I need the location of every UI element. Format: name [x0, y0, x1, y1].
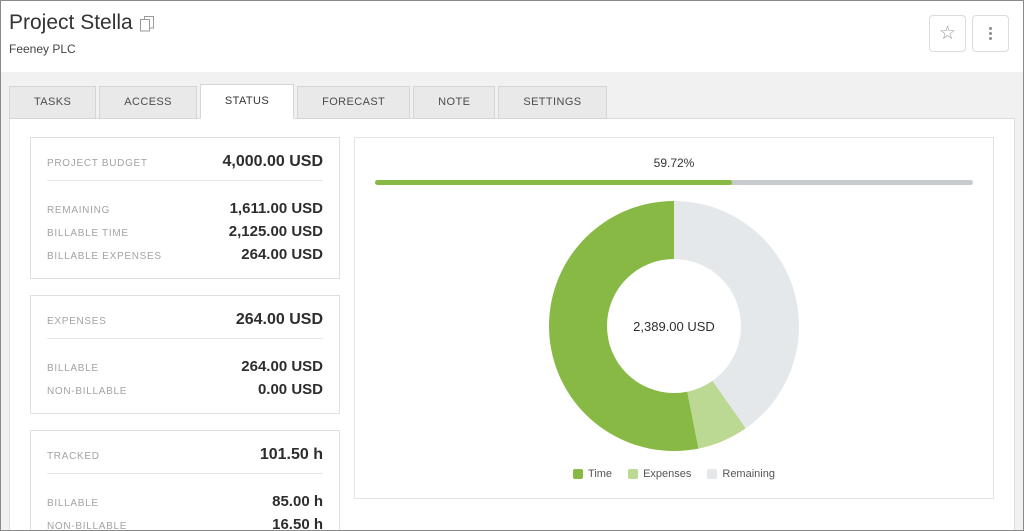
tab-note[interactable]: NOTE — [413, 86, 496, 119]
stat-value: 264.00 USD — [241, 246, 323, 263]
stat-value: 101.50 h — [259, 446, 323, 463]
stat-row: BILLABLE TIME 2,125.00 USD — [47, 220, 323, 243]
stat-row: BILLABLE EXPENSES 264.00 USD — [47, 243, 323, 266]
more-options-button[interactable] — [972, 15, 1009, 52]
tracked-time-box: TRACKED 101.50 h BILLABLE 85.00 h NON-BI… — [30, 430, 340, 531]
divider — [47, 338, 323, 339]
title-block: Project Stella Feeney PLC — [9, 11, 154, 72]
stat-label: NON-BILLABLE — [47, 521, 128, 531]
stat-row: REMAINING 1,611.00 USD — [47, 197, 323, 220]
stat-group: BILLABLE 264.00 USD NON-BILLABLE 0.00 US… — [47, 355, 323, 401]
stat-row: PROJECT BUDGET 4,000.00 USD — [47, 148, 323, 176]
stat-label: TRACKED — [47, 451, 100, 462]
stat-label: REMAINING — [47, 205, 110, 216]
tab-status[interactable]: STATUS — [199, 84, 295, 119]
header-actions: ☆ — [929, 15, 1009, 72]
stat-row: EXPENSES 264.00 USD — [47, 306, 323, 334]
legend-item-expenses: Expenses — [628, 468, 691, 480]
legend-swatch-remaining — [707, 469, 718, 479]
divider — [47, 180, 323, 181]
tab-settings[interactable]: SETTINGS — [498, 86, 607, 119]
copy-icon[interactable] — [139, 16, 154, 32]
stat-label: EXPENSES — [47, 316, 107, 327]
star-icon: ☆ — [938, 23, 957, 44]
legend-item-time: Time — [573, 468, 612, 480]
stat-label: BILLABLE — [47, 363, 99, 374]
stat-label: NON-BILLABLE — [47, 386, 128, 397]
stat-label: BILLABLE EXPENSES — [47, 251, 162, 262]
favorite-button[interactable]: ☆ — [929, 15, 966, 52]
donut-hole: 2,389.00 USD — [607, 259, 741, 393]
legend-swatch-expenses — [628, 469, 639, 479]
stat-row: NON-BILLABLE 16.50 h — [47, 513, 323, 531]
progress-fill — [375, 180, 733, 185]
progress-bar — [375, 180, 973, 185]
legend-label: Time — [588, 468, 613, 480]
project-budget-box: PROJECT BUDGET 4,000.00 USD REMAINING 1,… — [30, 137, 340, 279]
page-title: Project Stella — [9, 11, 133, 34]
progress-percent-label: 59.72% — [653, 156, 695, 170]
stat-value: 85.00 h — [272, 493, 323, 510]
legend-label: Remaining — [722, 468, 775, 480]
stat-row: TRACKED 101.50 h — [47, 441, 323, 469]
client-name: Feeney PLC — [9, 42, 76, 56]
kebab-menu-icon — [989, 27, 992, 40]
tab-bar: TASKS ACCESS STATUS FORECAST NOTE SETTIN… — [9, 84, 1023, 119]
divider — [47, 473, 323, 474]
legend-item-remaining: Remaining — [707, 468, 775, 480]
tab-access[interactable]: ACCESS — [99, 86, 197, 119]
stat-label: BILLABLE TIME — [47, 228, 129, 239]
stat-group: BILLABLE 85.00 h NON-BILLABLE 16.50 h — [47, 490, 323, 531]
expenses-box: EXPENSES 264.00 USD BILLABLE 264.00 USD … — [30, 295, 340, 414]
stat-row: BILLABLE 264.00 USD — [47, 355, 323, 378]
stat-value: 4,000.00 USD — [222, 153, 323, 170]
stat-row: NON-BILLABLE 0.00 USD — [47, 378, 323, 401]
donut-chart-wrap: 2,389.00 USD — [549, 201, 799, 451]
stat-value: 16.50 h — [272, 516, 323, 531]
legend-label: Expenses — [643, 468, 692, 480]
chart-legend: Time Expenses Remaining — [375, 468, 973, 480]
stat-label: PROJECT BUDGET — [47, 158, 148, 169]
stat-group: REMAINING 1,611.00 USD BILLABLE TIME 2,1… — [47, 197, 323, 266]
donut-center-value: 2,389.00 USD — [633, 318, 715, 334]
budget-chart-panel: 59.72% 2,389.00 USD Time Expenses Remain… — [354, 137, 994, 499]
stat-label: BILLABLE — [47, 498, 99, 509]
stats-column: PROJECT BUDGET 4,000.00 USD REMAINING 1,… — [30, 137, 340, 531]
stat-value: 264.00 USD — [235, 311, 323, 328]
page-header: Project Stella Feeney PLC ☆ — [1, 1, 1023, 72]
stat-value: 1,611.00 USD — [229, 200, 323, 217]
stat-row: BILLABLE 85.00 h — [47, 490, 323, 513]
app-window: Project Stella Feeney PLC ☆ TASKS ACCESS… — [0, 0, 1024, 531]
status-tab-panel: PROJECT BUDGET 4,000.00 USD REMAINING 1,… — [9, 118, 1015, 531]
stat-value: 2,125.00 USD — [228, 223, 323, 240]
stat-value: 264.00 USD — [241, 358, 323, 375]
legend-swatch-time — [573, 469, 584, 479]
tab-tasks[interactable]: TASKS — [9, 86, 97, 119]
stat-value: 0.00 USD — [257, 381, 323, 398]
tab-forecast[interactable]: FORECAST — [297, 86, 411, 119]
